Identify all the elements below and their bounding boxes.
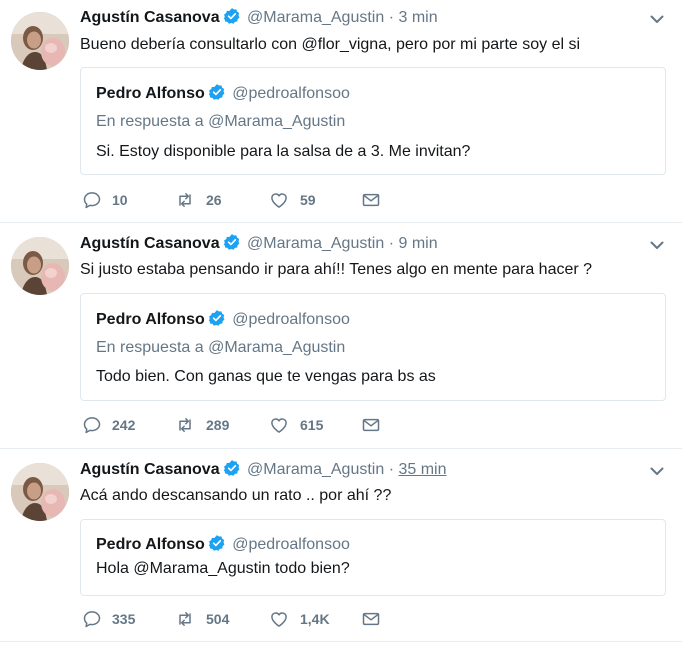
quoted-author-name: Pedro Alfonso	[96, 536, 205, 553]
verified-badge-icon	[208, 83, 226, 101]
quoted-tweet[interactable]: Pedro Alfonso @pedroalfonsoo Hola @Maram…	[80, 519, 666, 596]
direct-message-icon	[360, 190, 382, 210]
direct-message-button[interactable]	[360, 414, 382, 436]
avatar[interactable]	[11, 237, 69, 295]
like-icon	[268, 415, 290, 435]
tweet-header: Agustín Casanova @Marama_Agustin · 3 min	[80, 7, 438, 29]
avatar-image	[11, 12, 69, 70]
tweet[interactable]: Agustín Casanova @Marama_Agustin · 35 mi…	[0, 449, 682, 642]
tweet[interactable]: Agustín Casanova @Marama_Agustin · 3 min…	[0, 0, 682, 223]
author-name[interactable]: Agustín Casanova	[80, 9, 220, 26]
quoted-author-name: Pedro Alfonso	[96, 311, 205, 328]
tweet-time[interactable]: 9 min	[398, 235, 437, 252]
reply-count: 10	[112, 192, 128, 208]
quoted-tweet[interactable]: Pedro Alfonso @pedroalfonsoo En respuest…	[80, 67, 666, 175]
quoted-tweet-header: Pedro Alfonso @pedroalfonsoo	[96, 309, 350, 331]
tweet-header: Agustín Casanova @Marama_Agustin · 35 mi…	[80, 459, 447, 481]
quoted-author-handle: @pedroalfonsoo	[232, 85, 350, 102]
tweet-time[interactable]: 35 min	[398, 461, 446, 478]
author-handle[interactable]: @Marama_Agustin	[247, 9, 384, 26]
reply-button[interactable]: 335	[82, 608, 135, 630]
retweet-button[interactable]: 26	[174, 189, 222, 211]
direct-message-button[interactable]	[360, 189, 382, 211]
avatar-image	[11, 463, 69, 521]
retweet-icon	[174, 190, 196, 210]
tweet-time[interactable]: 3 min	[398, 9, 437, 26]
like-button[interactable]: 1,4K	[268, 608, 330, 630]
verified-badge-icon	[208, 534, 226, 552]
author-name[interactable]: Agustín Casanova	[80, 461, 220, 478]
quoted-reply-context: En respuesta a @Marama_Agustin	[96, 339, 346, 356]
like-count: 1,4K	[300, 611, 330, 627]
tweet[interactable]: Agustín Casanova @Marama_Agustin · 9 min…	[0, 223, 682, 449]
chevron-down-icon[interactable]	[648, 236, 666, 254]
retweet-button[interactable]: 289	[174, 414, 229, 436]
chevron-down-icon[interactable]	[648, 10, 666, 28]
retweet-icon	[174, 609, 196, 629]
retweet-count: 504	[206, 611, 230, 627]
author-handle[interactable]: @Marama_Agustin	[247, 235, 384, 252]
tweet-header: Agustín Casanova @Marama_Agustin · 9 min	[80, 233, 438, 255]
reply-icon	[82, 190, 102, 210]
separator-dot: ·	[388, 9, 395, 26]
tweet-text: Acá ando descansando un rato .. por ahí …	[80, 487, 392, 504]
direct-message-button[interactable]	[360, 608, 382, 630]
quoted-tweet-text: Si. Estoy disponible para la salsa de a …	[96, 143, 471, 160]
quoted-tweet-text: Todo bien. Con ganas que te vengas para …	[96, 368, 436, 385]
reply-button[interactable]: 10	[82, 189, 128, 211]
retweet-button[interactable]: 504	[174, 608, 229, 630]
tweet-text: Bueno debería consultarlo con @flor_vign…	[80, 36, 581, 53]
verified-badge-icon	[223, 7, 241, 25]
reply-count: 242	[112, 417, 136, 433]
quoted-author-handle: @pedroalfonsoo	[232, 536, 350, 553]
retweet-icon	[174, 415, 196, 435]
separator-dot: ·	[388, 235, 395, 252]
retweet-count: 26	[206, 192, 222, 208]
avatar-image	[11, 237, 69, 295]
chevron-down-icon[interactable]	[648, 462, 666, 480]
quoted-tweet-header: Pedro Alfonso @pedroalfonsoo	[96, 83, 350, 105]
reply-button[interactable]: 242	[82, 414, 135, 436]
verified-badge-icon	[223, 233, 241, 251]
retweet-count: 289	[206, 417, 230, 433]
like-count: 59	[300, 192, 316, 208]
reply-count: 335	[112, 611, 136, 627]
quoted-tweet[interactable]: Pedro Alfonso @pedroalfonsoo En respuest…	[80, 293, 666, 401]
verified-badge-icon	[208, 309, 226, 327]
avatar[interactable]	[11, 12, 69, 70]
like-button[interactable]: 615	[268, 414, 323, 436]
avatar[interactable]	[11, 463, 69, 521]
like-count: 615	[300, 417, 324, 433]
direct-message-icon	[360, 609, 382, 629]
like-icon	[268, 609, 290, 629]
like-button[interactable]: 59	[268, 189, 316, 211]
quoted-reply-context: En respuesta a @Marama_Agustin	[96, 113, 346, 130]
reply-icon	[82, 609, 102, 629]
author-handle[interactable]: @Marama_Agustin	[247, 461, 384, 478]
separator-dot: ·	[388, 461, 395, 478]
tweet-text: Si justo estaba pensando ir para ahí!! T…	[80, 261, 593, 278]
reply-icon	[82, 415, 102, 435]
quoted-tweet-text: Hola @Marama_Agustin todo bien?	[96, 560, 350, 577]
quoted-author-name: Pedro Alfonso	[96, 85, 205, 102]
quoted-author-handle: @pedroalfonsoo	[232, 311, 350, 328]
direct-message-icon	[360, 415, 382, 435]
like-icon	[268, 190, 290, 210]
author-name[interactable]: Agustín Casanova	[80, 235, 220, 252]
quoted-tweet-header: Pedro Alfonso @pedroalfonsoo	[96, 534, 350, 556]
verified-badge-icon	[223, 459, 241, 477]
